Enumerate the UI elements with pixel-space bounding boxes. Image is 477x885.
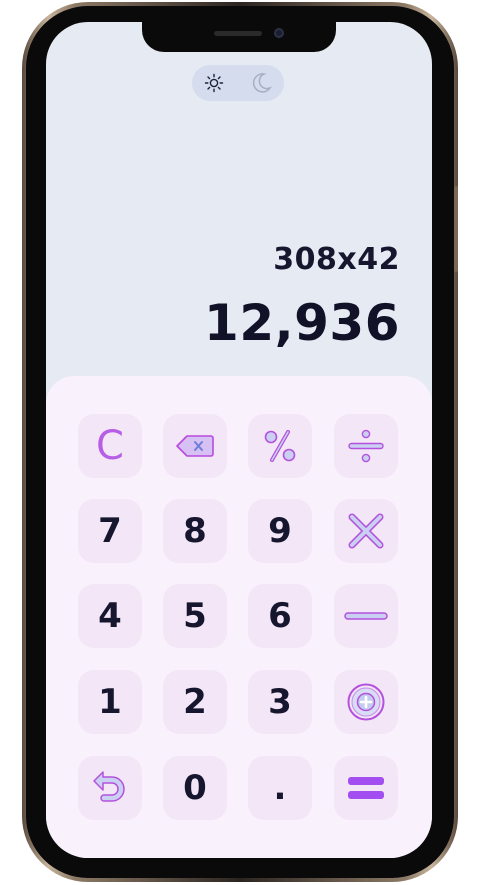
percent-icon <box>261 427 299 465</box>
speaker <box>214 31 262 36</box>
subtract-button[interactable] <box>334 584 398 648</box>
undo-icon <box>90 770 130 806</box>
key-4[interactable]: 4 <box>78 584 142 648</box>
divide-icon <box>346 426 386 466</box>
clear-icon: C <box>96 423 124 469</box>
theme-toggle[interactable] <box>192 65 284 101</box>
percent-button[interactable] <box>248 414 312 478</box>
backspace-icon <box>175 433 215 459</box>
divide-button[interactable] <box>334 414 398 478</box>
minus-icon <box>344 610 388 622</box>
decimal-button[interactable]: . <box>248 756 312 820</box>
multiply-icon <box>347 512 385 550</box>
key-3[interactable]: 3 <box>248 670 312 734</box>
key-6[interactable]: 6 <box>248 584 312 648</box>
moon-icon[interactable] <box>250 71 273 95</box>
plus-circle-icon <box>346 682 386 722</box>
key-9[interactable]: 9 <box>248 499 312 563</box>
multiply-button[interactable] <box>334 499 398 563</box>
undo-button[interactable] <box>78 756 142 820</box>
equals-icon <box>346 774 386 802</box>
side-button <box>454 186 458 272</box>
calculator-screen: 308x42 12,936 C 7 8 9 4 5 6 1 2 3 0 . <box>46 22 432 858</box>
front-camera <box>274 28 284 38</box>
backspace-button[interactable] <box>163 414 227 478</box>
sun-icon[interactable] <box>204 73 224 93</box>
result-display: 12,936 <box>204 294 400 352</box>
clear-button[interactable]: C <box>78 414 142 478</box>
key-2[interactable]: 2 <box>163 670 227 734</box>
expression-display: 308x42 <box>273 242 400 277</box>
key-0[interactable]: 0 <box>163 756 227 820</box>
key-8[interactable]: 8 <box>163 499 227 563</box>
notch <box>142 22 336 52</box>
equals-button[interactable] <box>334 756 398 820</box>
add-button[interactable] <box>334 670 398 734</box>
key-1[interactable]: 1 <box>78 670 142 734</box>
keypad: C 7 8 9 4 5 6 1 2 3 0 . <box>46 376 432 858</box>
key-5[interactable]: 5 <box>163 584 227 648</box>
key-7[interactable]: 7 <box>78 499 142 563</box>
